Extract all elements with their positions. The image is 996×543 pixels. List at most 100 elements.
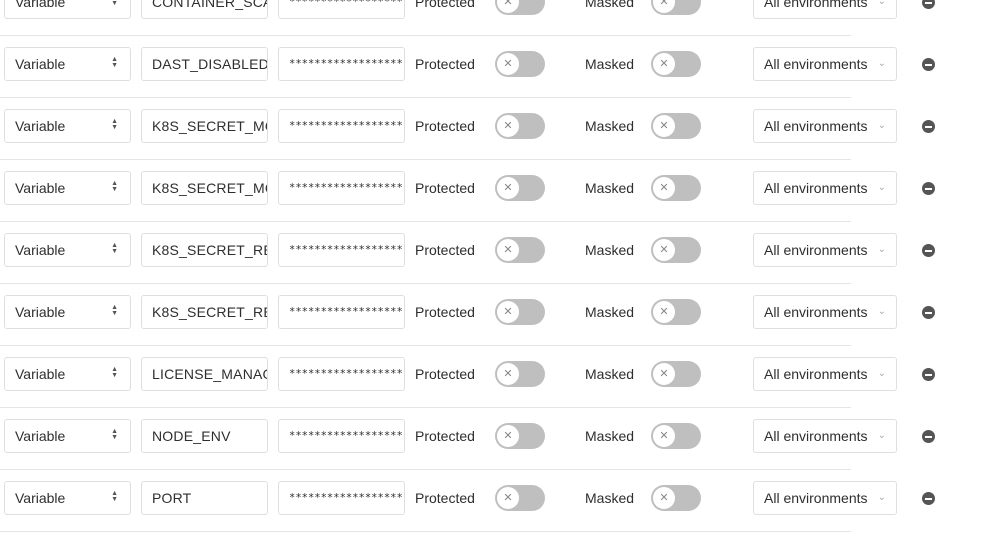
sort-arrows-icon: ▲▼ — [111, 428, 118, 442]
variable-type-select[interactable]: Variable ▲▼ — [4, 419, 131, 453]
close-icon: ✕ — [653, 239, 675, 261]
masked-toggle[interactable]: ✕ — [651, 423, 701, 449]
protected-toggle[interactable]: ✕ — [495, 299, 545, 325]
chevron-down-icon: ⌄ — [877, 120, 886, 131]
masked-toggle[interactable]: ✕ — [651, 175, 701, 201]
chevron-down-icon: ⌄ — [877, 492, 886, 503]
variable-key-input[interactable]: DAST_DISABLED — [141, 47, 268, 81]
chevron-down-icon: ⌄ — [877, 58, 886, 69]
masked-toggle[interactable]: ✕ — [651, 237, 701, 263]
row-divider — [0, 469, 851, 470]
masked-toggle[interactable]: ✕ — [651, 299, 701, 325]
remove-variable-button[interactable] — [922, 492, 935, 505]
environment-select[interactable]: All environments ⌄ — [753, 233, 897, 267]
variable-type-select[interactable]: Variable ▲▼ — [4, 47, 131, 81]
variable-type-value: Variable — [15, 0, 66, 10]
remove-variable-button[interactable] — [922, 120, 935, 133]
environment-select[interactable]: All environments ⌄ — [753, 419, 897, 453]
close-icon: ✕ — [497, 177, 519, 199]
variables-list: Variable ▲▼ CONTAINER_SCANNING_DISABLED … — [0, 0, 996, 532]
remove-variable-button[interactable] — [922, 430, 935, 443]
protected-toggle[interactable]: ✕ — [495, 113, 545, 139]
close-icon: ✕ — [653, 177, 675, 199]
sort-arrows-icon: ▲▼ — [111, 490, 118, 504]
environment-select[interactable]: All environments ⌄ — [753, 171, 897, 205]
variable-key-input[interactable]: K8S_SECRET_REDIS — [141, 295, 268, 329]
masked-toggle[interactable]: ✕ — [651, 51, 701, 77]
close-icon: ✕ — [497, 239, 519, 261]
variable-value-input[interactable]: ****************** — [278, 0, 405, 19]
protected-toggle[interactable]: ✕ — [495, 237, 545, 263]
variable-value-input[interactable]: ****************** — [278, 419, 405, 453]
environment-value: All environments — [764, 428, 868, 444]
protected-toggle[interactable]: ✕ — [495, 175, 545, 201]
close-icon: ✕ — [497, 363, 519, 385]
protected-label: Protected — [415, 366, 475, 382]
variable-type-value: Variable — [15, 366, 66, 382]
variable-key-input[interactable]: K8S_SECRET_MONGO — [141, 171, 268, 205]
variable-key-input[interactable]: LICENSE_MANAGEMENT — [141, 357, 268, 391]
environment-value: All environments — [764, 180, 868, 196]
remove-variable-button[interactable] — [922, 182, 935, 195]
protected-toggle[interactable]: ✕ — [495, 485, 545, 511]
variable-type-select[interactable]: Variable ▲▼ — [4, 357, 131, 391]
variable-type-select[interactable]: Variable ▲▼ — [4, 171, 131, 205]
remove-variable-button[interactable] — [922, 0, 935, 9]
masked-toggle[interactable]: ✕ — [651, 113, 701, 139]
variable-value-input[interactable]: ****************** — [278, 481, 405, 515]
variable-key-input[interactable]: K8S_SECRET_REDIS — [141, 233, 268, 267]
masked-label: Masked — [585, 490, 635, 506]
variable-row: Variable ▲ ▼ DAST_DISABLED **************… — [0, 47, 996, 109]
remove-variable-button[interactable] — [922, 58, 935, 71]
variable-key-input[interactable]: CONTAINER_SCANNING_DISABLED — [141, 0, 268, 19]
masked-toggle[interactable]: ✕ — [651, 485, 701, 511]
masked-label: Masked — [585, 242, 635, 258]
row-divider — [0, 97, 851, 98]
masked-toggle[interactable]: ✕ — [651, 361, 701, 387]
remove-variable-button[interactable] — [922, 306, 935, 319]
remove-variable-button[interactable] — [922, 244, 935, 257]
protected-label: Protected — [415, 242, 475, 258]
environment-select[interactable]: All environments ⌄ — [753, 47, 897, 81]
protected-label: Protected — [415, 428, 475, 444]
protected-toggle[interactable]: ✕ — [495, 0, 545, 15]
remove-variable-button[interactable] — [922, 368, 935, 381]
variable-type-select[interactable]: Variable ▲▼ — [4, 109, 131, 143]
variable-value-input[interactable]: ****************** — [278, 171, 405, 205]
variable-value-input[interactable]: ****************** — [278, 233, 405, 267]
environment-select[interactable]: All environments ⌄ — [753, 481, 897, 515]
close-icon: ✕ — [497, 53, 519, 75]
variable-value-input[interactable]: ****************** — [278, 109, 405, 143]
variable-value-input[interactable]: ****************** — [278, 47, 405, 81]
protected-toggle[interactable]: ✕ — [495, 361, 545, 387]
chevron-down-icon: ⌄ — [877, 430, 886, 441]
masked-toggle[interactable]: ✕ — [651, 0, 701, 15]
close-icon: ✕ — [653, 53, 675, 75]
variable-type-value: Variable — [15, 304, 66, 320]
variable-type-select[interactable]: Variable ▲▼ — [4, 481, 131, 515]
protected-toggle[interactable]: ✕ — [495, 423, 545, 449]
variable-value-input[interactable]: ****************** — [278, 357, 405, 391]
variable-key-input[interactable]: PORT — [141, 481, 268, 515]
environment-select[interactable]: All environments ⌄ — [753, 109, 897, 143]
variable-key-input[interactable]: NODE_ENV — [141, 419, 268, 453]
protected-toggle[interactable]: ✕ — [495, 51, 545, 77]
environment-select[interactable]: All environments ⌄ — [753, 357, 897, 391]
chevron-down-icon: ⌄ — [877, 244, 886, 255]
variable-row: Variable ▲ ▼ NODE_ENV ****************** … — [0, 419, 996, 481]
sort-arrows-icon: ▲▼ — [111, 242, 118, 256]
variable-type-select[interactable]: Variable ▲▼ — [4, 233, 131, 267]
variable-row: Variable ▲▼ K8S_SECRET_REDIS ***********… — [0, 295, 996, 357]
protected-label: Protected — [415, 490, 475, 506]
variable-type-value: Variable — [15, 428, 66, 444]
variable-type-select[interactable]: Variable ▲▼ — [4, 0, 131, 19]
variable-value-input[interactable]: ****************** — [278, 295, 405, 329]
environment-select[interactable]: All environments ⌄ — [753, 295, 897, 329]
row-divider — [0, 345, 851, 346]
variable-key-input[interactable]: K8S_SECRET_MONGO — [141, 109, 268, 143]
environment-select[interactable]: All environments ⌄ — [753, 0, 897, 19]
row-divider — [0, 159, 851, 160]
sort-arrows-icon: ▲▼ — [111, 304, 118, 318]
variable-type-select[interactable]: Variable ▲▼ — [4, 295, 131, 329]
environment-value: All environments — [764, 0, 868, 10]
